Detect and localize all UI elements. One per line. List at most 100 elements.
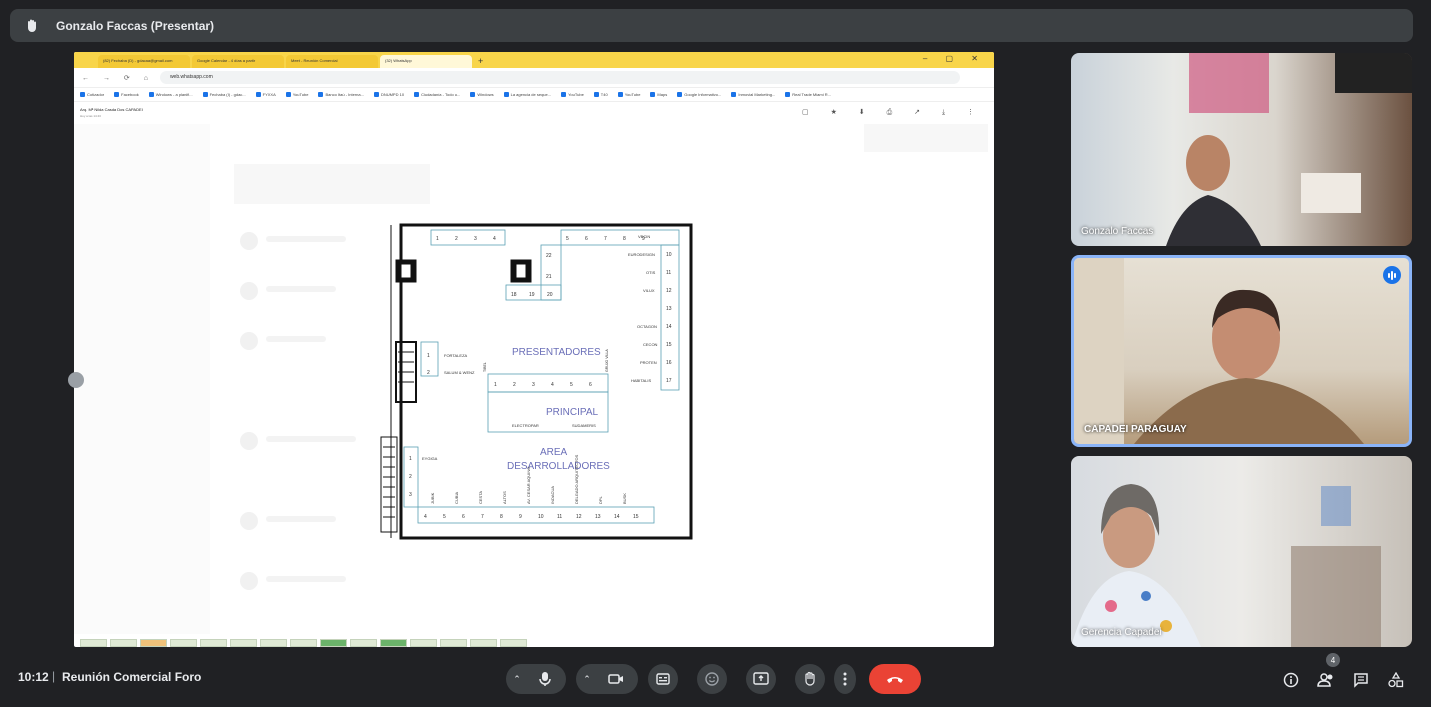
bookmark-label: Banco Itaú - Interna... (325, 92, 364, 97)
faded-line (266, 236, 346, 242)
pdf-toolbar-icons[interactable]: ▢ ★ ⬇ ⎙ ↗ ⤓ ⋮ (802, 108, 984, 117)
page-thumbnail[interactable] (350, 639, 377, 647)
browser-tab-active[interactable]: (32) WhatsApp (380, 55, 472, 68)
bookmark-item[interactable]: Cotizador (80, 92, 104, 97)
participant-tile-speaking[interactable]: CAPADEI PARAGUAY (1071, 255, 1412, 447)
camera-options-chevron-icon[interactable]: ⌃ (576, 664, 598, 694)
exhibitor-label: EYGIGA (422, 456, 438, 461)
page-thumbnail[interactable] (290, 639, 317, 647)
new-tab-icon[interactable]: + (478, 55, 483, 68)
emoji-icon[interactable] (697, 664, 727, 694)
page-thumbnail[interactable] (200, 639, 227, 647)
exhibitor-label: HABITALIS (631, 378, 651, 383)
bookmark-item[interactable]: T40 (593, 92, 608, 97)
bookmark-item[interactable]: Windows (470, 92, 494, 97)
exhibitor-label: TIBEL (483, 362, 487, 372)
faded-avatar (240, 572, 258, 590)
bookmark-label: YouTube (624, 92, 641, 97)
page-thumbnail[interactable] (440, 639, 467, 647)
prev-arrow-icon[interactable] (68, 372, 84, 388)
page-thumbnail[interactable] (260, 639, 287, 647)
booth-number: 7 (604, 236, 607, 242)
browser-address-bar: ← → ⟳ ⌂ web.whatsapp.com (74, 68, 994, 88)
exhibitor-label: GRUJO VILLA (605, 349, 609, 372)
bookmark-item[interactable]: Ciudadanía - Todo u... (414, 92, 460, 97)
page-thumbnail[interactable] (470, 639, 497, 647)
booth-number: 14 (666, 324, 672, 330)
booth-number: 17 (666, 378, 672, 384)
end-call-button[interactable] (869, 664, 921, 694)
page-thumbnail[interactable] (410, 639, 437, 647)
bookmark-item[interactable]: YouTube (617, 92, 641, 97)
page-thumbnail[interactable] (500, 639, 527, 647)
bookmark-icon (80, 92, 85, 97)
bookmark-icon (148, 92, 154, 97)
bookmark-item[interactable]: Facebook (114, 92, 139, 97)
participant-name: CAPADEI PARAGUAY (1084, 424, 1187, 435)
raise-hand-icon[interactable] (795, 664, 825, 694)
exhibitor-label: OTIS (646, 270, 656, 275)
browser-tab-strip: (82) Fechaba (D) - gdacaa@gmail.com Goog… (74, 52, 994, 68)
page-thumbnail[interactable] (170, 639, 197, 647)
bookmark-item[interactable]: Maps (650, 92, 667, 97)
bookmark-item[interactable]: Real Trade Miami R... (785, 92, 831, 97)
chat-icon[interactable] (1350, 669, 1372, 691)
page-thumbnail[interactable] (380, 639, 407, 647)
area-label: AREA (540, 447, 568, 458)
activities-icon[interactable] (1385, 669, 1407, 691)
bookmark-item[interactable]: Google Informativo... (677, 92, 721, 97)
bookmark-item[interactable]: Inmovial Marketing... (731, 92, 775, 97)
page-thumbnail[interactable] (80, 639, 107, 647)
present-icon[interactable] (746, 664, 776, 694)
page-thumbnail[interactable] (110, 639, 137, 647)
browser-tab[interactable]: Google Calendar - 4 días a partir (192, 55, 284, 68)
info-icon[interactable] (1280, 669, 1302, 691)
booth-number: 13 (666, 306, 672, 312)
bookmark-icon (114, 92, 120, 97)
bookmark-item[interactable]: Banco Itaú - Interna... (318, 92, 364, 97)
browser-tab[interactable]: (82) Fechaba (D) - gdacaa@gmail.com (98, 55, 190, 68)
bookmark-item[interactable]: Fechaba (I) - gdac... (202, 92, 246, 97)
speaking-indicator-icon (1383, 266, 1401, 284)
bookmark-item[interactable]: YouTube (285, 92, 308, 97)
bookmark-item[interactable]: YouTube (561, 92, 584, 97)
mic-icon[interactable] (528, 664, 562, 694)
bookmark-icon (285, 92, 291, 97)
bookmark-label: Windows (477, 92, 494, 97)
presenter-title: Gonzalo Faccas (Presentar) (56, 18, 215, 33)
page-thumbnail[interactable] (230, 639, 257, 647)
bookmark-label: Real Trade Miami R... (792, 92, 831, 97)
captions-icon[interactable] (648, 664, 678, 694)
page-thumbnail[interactable] (320, 639, 347, 647)
faded-avatar (240, 282, 258, 300)
page-thumbnail[interactable] (140, 639, 167, 647)
window-controls-icon[interactable]: – ▢ ✕ (923, 54, 986, 63)
exhibitor-label: FORTALEZA (444, 353, 468, 358)
more-options-icon[interactable] (834, 664, 856, 694)
meet-window: Gonzalo Faccas (Presentar) (82) Fechaba … (0, 0, 1431, 707)
pdf-header: Arq. Mª Nilda Casda Dos CAPADEI Hoy a la… (74, 102, 994, 124)
bookmark-label: Maps (657, 92, 668, 97)
faded-line (266, 516, 336, 522)
camera-icon[interactable] (598, 664, 634, 694)
shared-screen: (82) Fechaba (D) - gdacaa@gmail.com Goog… (74, 52, 994, 647)
bookmark-item[interactable]: La agencia de seque... (503, 92, 551, 97)
bookmark-item[interactable]: DNUMPD 10 (373, 92, 404, 97)
bookmark-item[interactable]: FYXXA (255, 92, 276, 97)
browser-tab[interactable]: Meet - Reunión Comercial (286, 55, 378, 68)
mic-options-chevron-icon[interactable]: ⌃ (506, 664, 528, 694)
participant-tile[interactable]: Gonzalo Faccas (1071, 53, 1412, 246)
booth-number: 19 (529, 292, 535, 298)
thumbnail-strip (74, 635, 994, 647)
bookmark-icon (414, 92, 420, 97)
exhibitor-label: DPL (598, 495, 603, 504)
bookmark-item[interactable]: Windows - a planifi... (148, 92, 193, 97)
principal-label: PRINCIPAL (546, 407, 598, 418)
floor-plan: PRESENTADORES PRINCIPAL AREA DESARROLLAD… (380, 223, 693, 540)
people-icon[interactable] (1315, 669, 1337, 691)
browser-nav-icon[interactable]: ← → ⟳ ⌂ (82, 74, 154, 82)
mic-control: ⌃ (506, 664, 566, 694)
booth-number: 15 (633, 514, 639, 520)
participant-tile[interactable]: Gerencia Capadei (1071, 456, 1412, 647)
url-field[interactable]: web.whatsapp.com (159, 71, 960, 84)
